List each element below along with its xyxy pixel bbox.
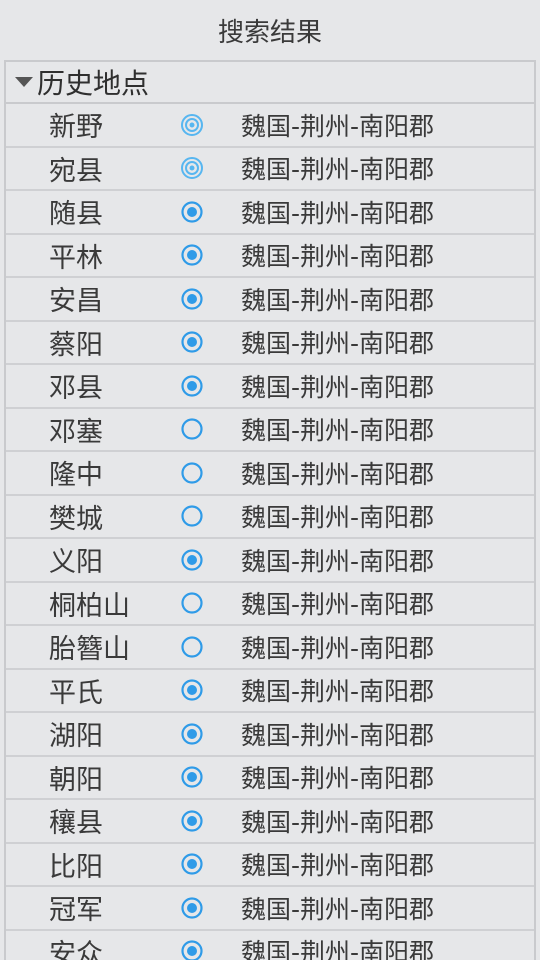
- place-location: 魏国-荆州-南阳郡: [241, 242, 435, 272]
- list-item[interactable]: 邓塞 魏国-荆州-南阳郡: [6, 409, 534, 452]
- list-item[interactable]: 安昌 魏国-荆州-南阳郡: [6, 278, 534, 322]
- place-name: 宛县: [49, 155, 103, 187]
- place-location: 魏国-荆州-南阳郡: [241, 677, 435, 707]
- result-rows: 新野 魏国-荆州-南阳郡 宛县 魏国-荆州-南阳郡 随县 魏国-荆州-南阳郡 平林 魏国-荆州…: [6, 104, 534, 960]
- place-name: 桐柏山: [49, 590, 130, 622]
- list-item[interactable]: 宛县 魏国-荆州-南阳郡: [6, 148, 534, 191]
- list-item[interactable]: 平氏 魏国-荆州-南阳郡: [6, 670, 534, 713]
- place-location: 魏国-荆州-南阳郡: [241, 155, 435, 185]
- double-ring-icon: [180, 156, 204, 180]
- place-location: 魏国-荆州-南阳郡: [241, 720, 435, 750]
- place-location: 魏国-荆州-南阳郡: [241, 807, 435, 837]
- list-item[interactable]: 蔡阳 魏国-荆州-南阳郡: [6, 322, 534, 365]
- place-location: 魏国-荆州-南阳郡: [241, 416, 435, 446]
- place-location: 魏国-荆州-南阳郡: [241, 372, 435, 402]
- list-item[interactable]: 新野 魏国-荆州-南阳郡: [6, 104, 534, 148]
- place-name: 比阳: [49, 851, 103, 883]
- list-item[interactable]: 穰县 魏国-荆州-南阳郡: [6, 800, 534, 844]
- empty-ring-icon: [180, 635, 204, 659]
- list-item[interactable]: 樊城 魏国-荆州-南阳郡: [6, 496, 534, 539]
- place-name: 安众: [49, 938, 103, 960]
- list-item[interactable]: 平林 魏国-荆州-南阳郡: [6, 235, 534, 278]
- filled-dot-icon: [180, 809, 204, 833]
- filled-dot-icon: [180, 243, 204, 267]
- list-item[interactable]: 义阳 魏国-荆州-南阳郡: [6, 539, 534, 583]
- place-name: 穰县: [49, 808, 103, 840]
- place-location: 魏国-荆州-南阳郡: [241, 633, 435, 663]
- place-name: 樊城: [49, 503, 103, 535]
- place-location: 魏国-荆州-南阳郡: [241, 938, 435, 960]
- list-item[interactable]: 随县 魏国-荆州-南阳郡: [6, 191, 534, 235]
- empty-ring-icon: [180, 591, 204, 615]
- list-item[interactable]: 胎簪山 魏国-荆州-南阳郡: [6, 626, 534, 670]
- place-name: 平林: [49, 242, 103, 274]
- place-location: 魏国-荆州-南阳郡: [241, 894, 435, 924]
- group-title: 历史地点: [37, 67, 150, 100]
- caret-down-icon[interactable]: [15, 77, 33, 87]
- place-name: 安昌: [49, 286, 103, 318]
- place-name: 义阳: [49, 547, 103, 579]
- list-item[interactable]: 比阳 魏国-荆州-南阳郡: [6, 844, 534, 887]
- place-location: 魏国-荆州-南阳郡: [241, 764, 435, 794]
- group-header-history[interactable]: 历史地点: [6, 60, 534, 104]
- results-list[interactable]: 历史地点 新野 魏国-荆州-南阳郡 宛县 魏国-荆州-南阳郡 随县 魏国-荆州-南阳郡 平林…: [4, 60, 536, 960]
- filled-dot-icon: [180, 548, 204, 572]
- list-item[interactable]: 冠军 魏国-荆州-南阳郡: [6, 887, 534, 931]
- empty-ring-icon: [180, 417, 204, 441]
- place-name: 胎簪山: [49, 634, 130, 666]
- place-location: 魏国-荆州-南阳郡: [241, 851, 435, 881]
- empty-ring-icon: [180, 461, 204, 485]
- list-item[interactable]: 邓县 魏国-荆州-南阳郡: [6, 365, 534, 409]
- place-location: 魏国-荆州-南阳郡: [241, 329, 435, 359]
- filled-dot-icon: [180, 678, 204, 702]
- place-name: 新野: [49, 112, 103, 144]
- place-name: 蔡阳: [49, 329, 103, 361]
- place-location: 魏国-荆州-南阳郡: [241, 111, 435, 141]
- filled-dot-icon: [180, 330, 204, 354]
- list-item[interactable]: 桐柏山 魏国-荆州-南阳郡: [6, 583, 534, 626]
- place-location: 魏国-荆州-南阳郡: [241, 503, 435, 533]
- place-location: 魏国-荆州-南阳郡: [241, 285, 435, 315]
- place-name: 隆中: [49, 460, 103, 492]
- filled-dot-icon: [180, 939, 204, 960]
- place-location: 魏国-荆州-南阳郡: [241, 198, 435, 228]
- place-location: 魏国-荆州-南阳郡: [241, 546, 435, 576]
- double-ring-icon: [180, 113, 204, 137]
- place-location: 魏国-荆州-南阳郡: [241, 459, 435, 489]
- place-name: 冠军: [49, 895, 103, 927]
- place-name: 随县: [49, 199, 103, 231]
- list-item[interactable]: 隆中 魏国-荆州-南阳郡: [6, 452, 534, 496]
- empty-ring-icon: [180, 504, 204, 528]
- filled-dot-icon: [180, 722, 204, 746]
- filled-dot-icon: [180, 287, 204, 311]
- filled-dot-icon: [180, 852, 204, 876]
- place-location: 魏国-荆州-南阳郡: [241, 590, 435, 620]
- place-name: 朝阳: [49, 764, 103, 796]
- place-name: 湖阳: [49, 721, 103, 753]
- filled-dot-icon: [180, 765, 204, 789]
- filled-dot-icon: [180, 200, 204, 224]
- filled-dot-icon: [180, 896, 204, 920]
- list-item[interactable]: 朝阳 魏国-荆州-南阳郡: [6, 757, 534, 800]
- list-item[interactable]: 安众 魏国-荆州-南阳郡: [6, 931, 534, 960]
- list-item[interactable]: 湖阳 魏国-荆州-南阳郡: [6, 713, 534, 757]
- page-title: 搜索结果: [217, 17, 322, 48]
- filled-dot-icon: [180, 374, 204, 398]
- place-name: 邓县: [49, 373, 103, 405]
- page-header: 搜索结果: [0, 0, 540, 60]
- place-name: 邓塞: [49, 416, 103, 448]
- place-name: 平氏: [49, 677, 103, 709]
